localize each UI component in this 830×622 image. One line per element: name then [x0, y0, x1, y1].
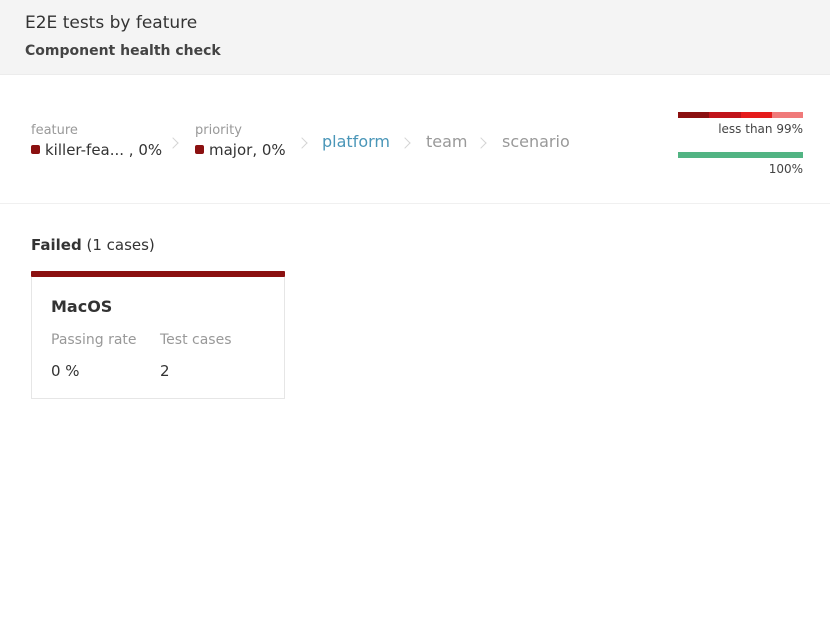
breadcrumb-feature-label: feature: [31, 123, 78, 138]
page-title: E2E tests by feature: [25, 13, 198, 33]
legend-passing-label: 100%: [768, 162, 803, 176]
breadcrumb-team[interactable]: team: [426, 132, 468, 151]
breadcrumb-feature[interactable]: feature killer-fea... , 0%: [31, 123, 162, 159]
legend-failing-label: less than 99%: [718, 122, 803, 136]
legend-failing-swatch-3: [771, 112, 803, 118]
section-heading: Failed (1 cases): [31, 236, 155, 254]
test-cases-value: 2: [160, 362, 170, 380]
legend-failing-swatch-2: [740, 112, 772, 118]
breadcrumb-priority-label: priority: [195, 123, 242, 138]
legend-failing-swatch-0: [678, 112, 710, 118]
legend-passing: 100%: [678, 152, 803, 176]
breadcrumb-platform[interactable]: platform: [322, 132, 390, 151]
breadcrumb-scenario[interactable]: scenario: [502, 132, 570, 151]
breadcrumb-priority[interactable]: priority major, 0%: [195, 123, 286, 159]
breadcrumb: feature killer-fea... , 0% priority majo…: [0, 75, 830, 204]
legend-failing: less than 99%: [678, 112, 803, 136]
page-subtitle: Component health check: [25, 43, 221, 59]
card-title: MacOS: [51, 297, 113, 316]
chevron-right-icon: [475, 137, 487, 149]
legend-passing-swatch: [678, 152, 803, 158]
page-header: E2E tests by feature Component health ch…: [0, 0, 830, 75]
breadcrumb-feature-value-text: killer-fea... , 0%: [45, 141, 163, 159]
passing-rate-value: 0 %: [51, 362, 80, 380]
status-dot-icon: [31, 145, 40, 154]
breadcrumb-priority-value: major, 0%: [195, 141, 286, 159]
legend-failing-swatch-1: [709, 112, 741, 118]
chevron-right-icon: [167, 137, 179, 149]
status-dot-icon: [195, 145, 204, 154]
legend-failing-bar: [678, 112, 803, 118]
section-count: (1 cases): [86, 236, 155, 254]
legend-passing-bar: [678, 152, 803, 158]
passing-rate-label: Passing rate: [51, 332, 137, 348]
card-status-bar: [31, 271, 285, 277]
breadcrumb-feature-value: killer-fea... , 0%: [31, 141, 162, 159]
component-card[interactable]: MacOS Passing rate Test cases 0 % 2: [31, 271, 285, 399]
test-cases-label: Test cases: [160, 332, 232, 348]
chevron-right-icon: [296, 137, 308, 149]
section-status: Failed: [31, 236, 82, 254]
chevron-right-icon: [399, 137, 411, 149]
breadcrumb-priority-value-text: major, 0%: [209, 141, 286, 159]
